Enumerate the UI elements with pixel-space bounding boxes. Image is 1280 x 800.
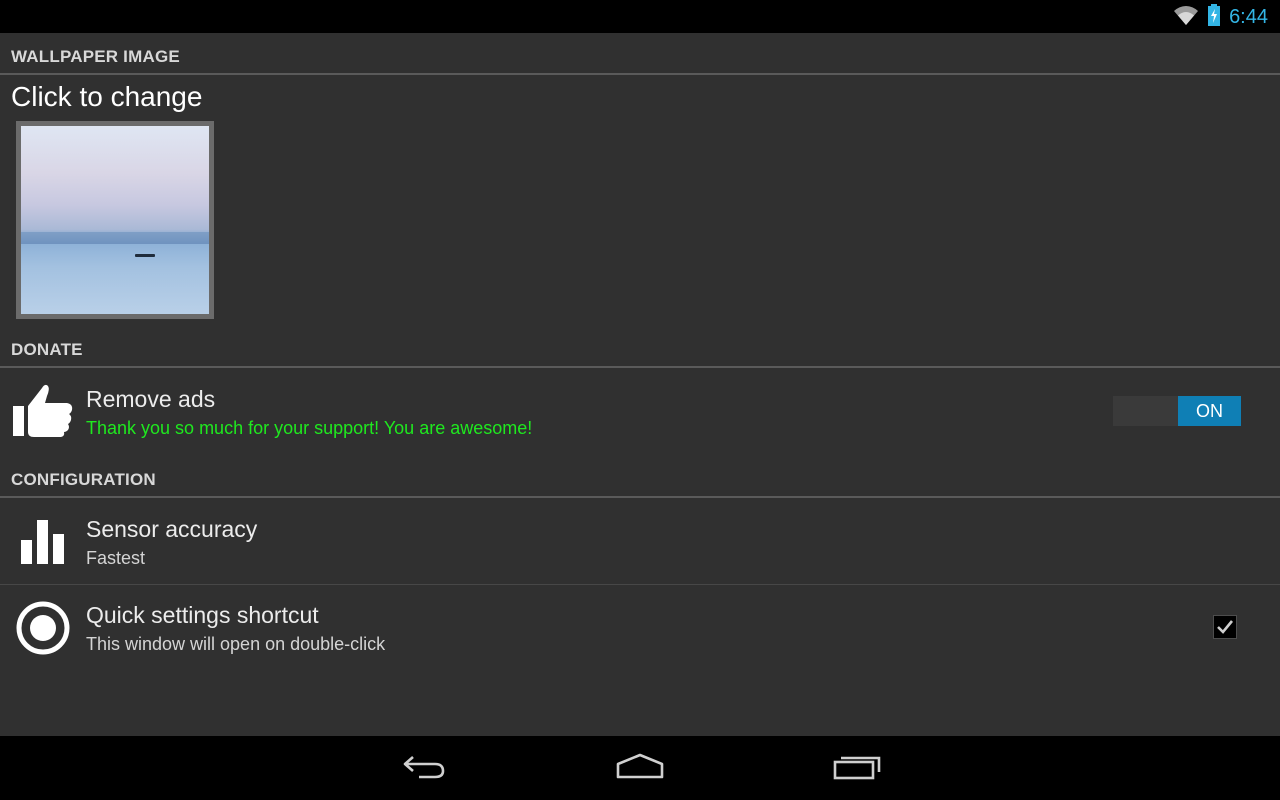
quick-settings-title: Quick settings shortcut bbox=[86, 602, 319, 628]
remove-ads-summary: Thank you so much for your support! You … bbox=[86, 418, 533, 438]
boat bbox=[135, 254, 155, 257]
status-bar: 6:44 bbox=[0, 0, 1280, 33]
section-header-wallpaper: WALLPAPER IMAGE bbox=[0, 33, 1280, 75]
clock: 6:44 bbox=[1229, 5, 1268, 28]
recent-apps-icon bbox=[832, 752, 882, 785]
remove-ads-toggle[interactable]: ON bbox=[1113, 396, 1241, 426]
quick-settings-checkbox[interactable] bbox=[1213, 615, 1237, 639]
thumbs-up-icon bbox=[12, 382, 74, 443]
home-button[interactable] bbox=[610, 750, 670, 786]
remove-ads-title: Remove ads bbox=[86, 386, 216, 412]
remove-ads-row[interactable]: Remove ads Thank you so much for your su… bbox=[0, 368, 1280, 458]
wallpaper-preview-image bbox=[21, 126, 209, 314]
click-to-change-label: Click to change bbox=[11, 81, 203, 112]
shoreline bbox=[21, 232, 209, 244]
radio-target-icon bbox=[15, 600, 71, 661]
wifi-icon bbox=[1173, 4, 1199, 31]
status-icons: 6:44 bbox=[1173, 3, 1268, 31]
section-header-donate: DONATE bbox=[0, 326, 1280, 368]
back-button[interactable] bbox=[394, 750, 454, 786]
section-title: CONFIGURATION bbox=[11, 470, 156, 489]
quick-settings-row[interactable]: Quick settings shortcut This window will… bbox=[0, 585, 1280, 671]
sensor-accuracy-row[interactable]: Sensor accuracy Fastest bbox=[0, 498, 1280, 584]
wallpaper-thumbnail[interactable] bbox=[16, 121, 214, 319]
home-icon bbox=[615, 753, 665, 784]
bar-chart-icon bbox=[20, 518, 66, 569]
sensor-accuracy-title: Sensor accuracy bbox=[86, 516, 258, 542]
back-icon bbox=[401, 753, 447, 784]
section-title: WALLPAPER IMAGE bbox=[11, 47, 180, 66]
section-title: DONATE bbox=[11, 340, 83, 359]
quick-settings-summary: This window will open on double-click bbox=[86, 634, 386, 654]
toggle-on-thumb: ON bbox=[1178, 396, 1241, 426]
section-header-configuration: CONFIGURATION bbox=[0, 456, 1280, 498]
sensor-accuracy-summary: Fastest bbox=[86, 548, 146, 568]
battery-charging-icon bbox=[1207, 3, 1221, 31]
recent-apps-button[interactable] bbox=[827, 750, 887, 786]
settings-list: WALLPAPER IMAGE Click to change DONATE R… bbox=[0, 33, 1280, 736]
navigation-bar bbox=[0, 736, 1280, 800]
